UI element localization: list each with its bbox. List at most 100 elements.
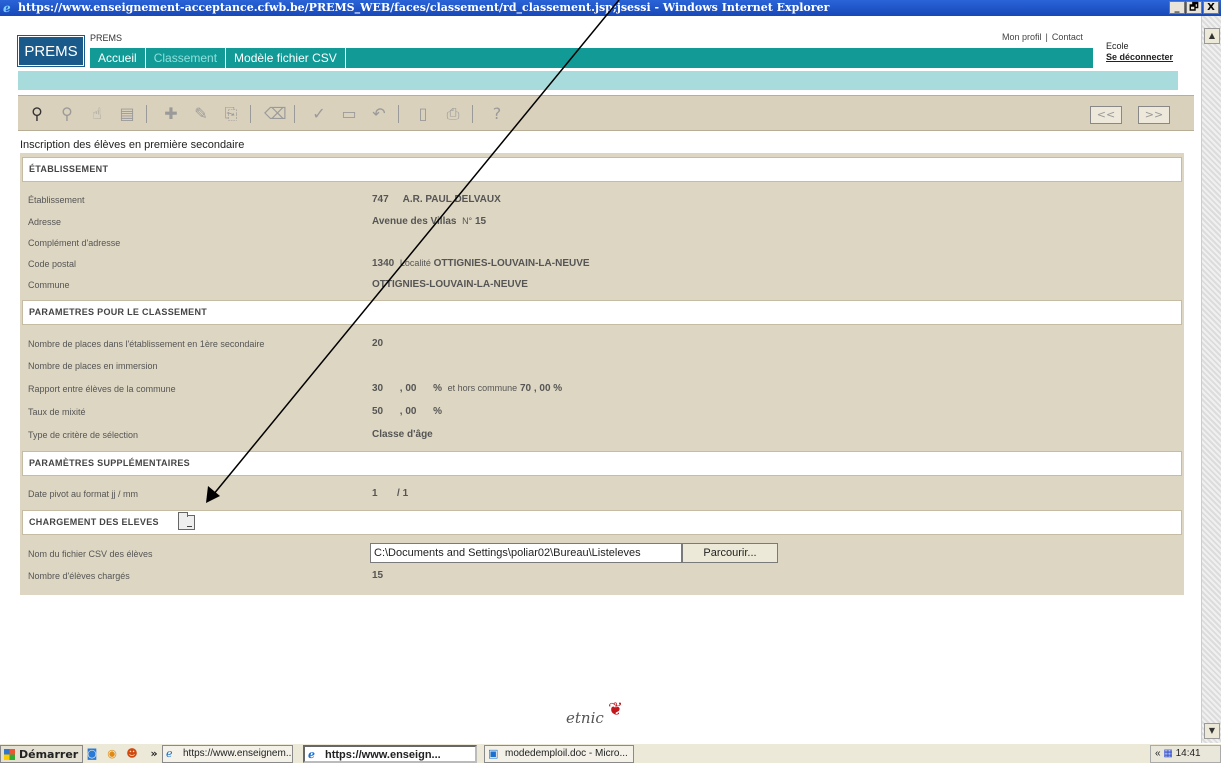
locality-label: Localité bbox=[399, 258, 431, 268]
hand-icon[interactable]: ☝ bbox=[86, 104, 108, 124]
taskbar-item-ie-2[interactable]: ℯ https://www.enseign... bbox=[303, 745, 477, 763]
taskbar-item-word[interactable]: ▣ modedemploil.doc - Micro... bbox=[484, 745, 634, 763]
ie-icon: ℯ bbox=[3, 1, 11, 15]
section-chargement: CHARGEMENT DES ELEVES bbox=[22, 510, 1182, 535]
scroll-up-arrow-icon[interactable]: ▲ bbox=[1204, 28, 1220, 44]
label-count: Nombre d'élèves chargés bbox=[28, 571, 130, 581]
document-icon[interactable]: ▤ bbox=[116, 104, 138, 124]
school-number: 747 bbox=[372, 194, 389, 205]
label-mixite: Taux de mixité bbox=[28, 407, 86, 417]
label-date-pivot: Date pivot au format jj / mm bbox=[28, 489, 139, 499]
rooster-logo-icon: ❦ bbox=[608, 699, 624, 720]
word-doc-icon: ▣ bbox=[488, 747, 499, 760]
section-parametres: PARAMETRES POUR LE CLASSEMENT bbox=[22, 300, 1182, 325]
taskbar: Démarrer ◙ ◉ ☻ » ℯ https://www.enseignem.… bbox=[0, 743, 1221, 763]
label-places: Nombre de places dans l'établissement en… bbox=[28, 339, 265, 349]
tab-accueil[interactable]: Accueil bbox=[90, 48, 146, 68]
ie-icon: ℯ bbox=[308, 748, 315, 761]
upload-folder-icon[interactable] bbox=[178, 512, 195, 530]
user-box: Ecole Se déconnecter bbox=[1106, 41, 1173, 63]
previous-button[interactable]: << bbox=[1090, 106, 1122, 124]
check-icon[interactable]: ✓ bbox=[308, 104, 330, 124]
tray-chevron[interactable]: « bbox=[1155, 748, 1161, 759]
section-etablissement: ÉTABLISSEMENT bbox=[22, 157, 1182, 182]
messenger-icon[interactable]: ☻ bbox=[124, 746, 140, 761]
school-name: A.R. PAUL DELVAUX bbox=[402, 194, 501, 205]
close-button[interactable]: X bbox=[1203, 1, 1219, 14]
rapport-integer: 30 bbox=[372, 383, 384, 394]
browse-button[interactable]: Parcourir... bbox=[682, 543, 778, 563]
page-title: Inscription des élèves en première secon… bbox=[20, 139, 245, 151]
mixite-decimal: , 00 bbox=[399, 406, 417, 417]
media-icon[interactable]: ◉ bbox=[104, 746, 120, 761]
label-commune: Commune bbox=[28, 280, 70, 290]
network-icon[interactable]: ▦ bbox=[1163, 748, 1172, 759]
section-supplementaires: PARAMÈTRES SUPPLÉMENTAIRES bbox=[22, 451, 1182, 476]
label-critere: Type de critère de sélection bbox=[28, 430, 139, 440]
pencil-icon[interactable]: ✎ bbox=[190, 104, 212, 124]
mixite-integer: 50 bbox=[372, 406, 384, 417]
tab-modele-csv[interactable]: Modèle fichier CSV bbox=[226, 48, 346, 68]
magnifier-icon[interactable]: ⚲ bbox=[56, 104, 78, 124]
postal-code: 1340 bbox=[372, 258, 395, 269]
value-mixite: 50 , 00 % bbox=[372, 406, 442, 417]
street-number-label: N° bbox=[462, 216, 473, 226]
sub-nav-strip bbox=[18, 71, 1178, 90]
etnic-logo: etnic bbox=[566, 709, 604, 727]
csv-file-input[interactable]: C:\Documents and Settings\poliar02\Burea… bbox=[370, 543, 682, 563]
save-icon[interactable]: ▭ bbox=[338, 104, 360, 124]
label-immersion: Nombre de places en immersion bbox=[28, 361, 158, 371]
help-icon[interactable]: ? bbox=[486, 104, 508, 124]
system-tray: « ▦ 14:41 bbox=[1150, 745, 1221, 763]
street-number: 15 bbox=[474, 216, 487, 227]
maximize-button[interactable]: 🗗 bbox=[1186, 1, 1202, 14]
vertical-scrollbar[interactable]: ▲ ▼ bbox=[1201, 16, 1221, 743]
label-code-postal: Code postal bbox=[28, 259, 77, 269]
desktop-icon[interactable]: ◙ bbox=[84, 746, 100, 761]
toolbar-separator bbox=[250, 105, 251, 123]
value-places: 20 bbox=[372, 338, 384, 349]
contact-link[interactable]: Contact bbox=[1050, 32, 1085, 42]
taskbar-item-label: modedemploil.doc - Micro... bbox=[505, 748, 628, 759]
undo-icon[interactable]: ↶ bbox=[368, 104, 390, 124]
label-adresse: Adresse bbox=[28, 217, 62, 227]
form-panel: ÉTABLISSEMENT Établissement 747 A.R. PAU… bbox=[20, 153, 1184, 595]
value-adresse: Avenue des Villas N° 15 bbox=[372, 216, 486, 227]
copy-icon[interactable]: ⎘ bbox=[220, 104, 242, 124]
minimize-button[interactable]: _ bbox=[1169, 1, 1185, 14]
binoculars-icon[interactable]: ⚲ bbox=[26, 104, 48, 124]
taskbar-item-ie-1[interactable]: ℯ https://www.enseignem... bbox=[162, 745, 293, 763]
logout-link[interactable]: Se déconnecter bbox=[1106, 52, 1173, 63]
link-separator: | bbox=[1045, 32, 1048, 42]
date-day: 1 bbox=[372, 488, 378, 499]
scroll-down-arrow-icon[interactable]: ▼ bbox=[1204, 723, 1220, 739]
next-button[interactable]: >> bbox=[1138, 106, 1170, 124]
taskbar-item-label: https://www.enseign... bbox=[325, 749, 441, 761]
window-title: https://www.enseignement-acceptance.cfwb… bbox=[18, 1, 830, 14]
label-file: Nom du fichier CSV des élèves bbox=[28, 549, 153, 559]
value-commune: OTTIGNIES-LOUVAIN-LA-NEUVE bbox=[372, 279, 528, 290]
value-code-postal: 1340 Localité OTTIGNIES-LOUVAIN-LA-NEUVE bbox=[372, 258, 590, 269]
new-doc-icon[interactable]: ▯ bbox=[412, 104, 434, 124]
print-icon[interactable]: ⎙ bbox=[442, 104, 464, 124]
quicklaunch-chevron[interactable]: » bbox=[146, 746, 162, 761]
value-critere: Classe d'âge bbox=[372, 429, 433, 440]
clock[interactable]: 14:41 bbox=[1176, 748, 1201, 759]
add-icon[interactable]: ✚ bbox=[160, 104, 182, 124]
user-role: Ecole bbox=[1106, 41, 1129, 51]
label-etablissement: Établissement bbox=[28, 195, 85, 205]
start-button[interactable]: Démarrer bbox=[0, 745, 84, 763]
top-links: Mon profil | Contact bbox=[1000, 32, 1085, 42]
street: Avenue des Villas bbox=[372, 216, 457, 227]
trash-icon[interactable]: ⌫ bbox=[264, 104, 287, 124]
locality: OTTIGNIES-LOUVAIN-LA-NEUVE bbox=[433, 258, 590, 269]
prems-logo[interactable]: PREMS bbox=[17, 35, 85, 67]
label-complement: Complément d'adresse bbox=[28, 238, 121, 248]
profile-link[interactable]: Mon profil bbox=[1000, 32, 1044, 42]
toolbar-separator bbox=[294, 105, 295, 123]
page-content: PREMS PREMS Accueil Classement Modèle fi… bbox=[10, 16, 1201, 743]
app-subtitle: PREMS bbox=[90, 33, 123, 43]
mixite-percent: % bbox=[433, 406, 443, 417]
tab-classement[interactable]: Classement bbox=[146, 48, 227, 68]
value-count: 15 bbox=[372, 570, 384, 581]
